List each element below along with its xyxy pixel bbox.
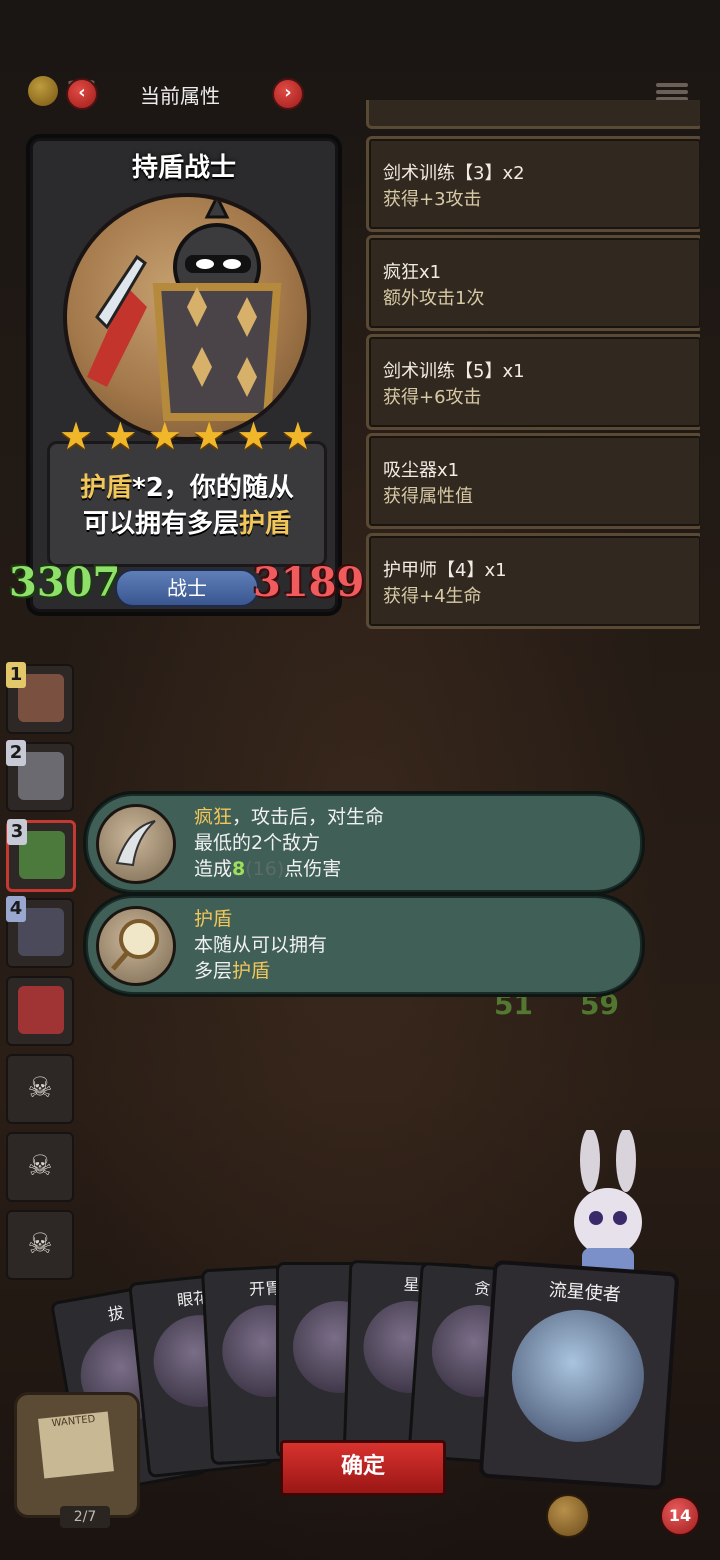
team-slot-empty[interactable]: ☠ — [6, 1054, 74, 1124]
lives-badge: 14 — [660, 1496, 700, 1536]
skill-frenzy-tooltip: 疯狂，攻击后，对生命 最低的2个敌方 造成8(16)点伤害 — [86, 794, 642, 892]
team-slot[interactable] — [6, 976, 74, 1046]
wanted-poster[interactable]: WANTED — [14, 1392, 140, 1518]
team-slot-selected[interactable]: 3 — [6, 819, 76, 892]
next-arrow-button[interactable]: › — [272, 78, 304, 110]
shield-bubble-icon — [96, 906, 176, 986]
team-slot-empty[interactable]: ☠ — [6, 1132, 74, 1202]
hero-name: 持盾战士 — [131, 153, 236, 183]
bonus-item: 吸尘器x1 获得属性值 — [366, 433, 700, 529]
claw-icon — [96, 804, 176, 884]
bonus-effect: 获得+3攻击 — [383, 189, 482, 210]
shop-card-featured[interactable]: 流星使者 — [478, 1259, 680, 1491]
bonus-item: 疯狂x1 额外攻击1次 — [366, 235, 700, 331]
slot-number: 4 — [6, 896, 26, 922]
star-rating: ★ ★ ★ ★ ★ ★ — [57, 417, 317, 457]
bonus-title: 护甲师【4】x1 — [383, 560, 507, 581]
bonus-item-partial — [366, 100, 700, 129]
bonus-title: 剑术训练【5】x1 — [383, 361, 525, 382]
bonus-title: 疯狂x1 — [383, 262, 442, 283]
bonus-effect: 获得+6攻击 — [383, 387, 482, 408]
star-icon: ★ — [58, 414, 94, 458]
hero-attack-value: 3307 — [9, 559, 121, 606]
confirm-button[interactable]: 确定 — [280, 1440, 446, 1496]
skull-icon: ☠ — [27, 1227, 53, 1260]
slot-number: 2 — [6, 740, 26, 766]
star-icon: ★ — [280, 414, 315, 458]
skill-shield-tooltip: 护盾 本随从可以拥有 多层护盾 — [86, 896, 642, 994]
page-counter: 2/7 — [60, 1506, 110, 1528]
skull-icon: ☠ — [27, 1149, 53, 1182]
bonus-item: 剑术训练【5】x1 获得+6攻击 — [366, 334, 700, 430]
coin-icon — [28, 76, 58, 106]
shield-knight-icon — [87, 197, 282, 421]
wanted-poster-label: WANTED — [38, 1411, 114, 1479]
star-icon: ★ — [147, 414, 182, 458]
hero-ability-text: 护盾*2，你的随从 可以拥有多层护盾 — [80, 473, 294, 539]
skill-frenzy-text: 疯狂，攻击后，对生命 最低的2个敌方 造成8(16)点伤害 — [194, 806, 385, 880]
bonus-effect: 获得+4生命 — [383, 586, 482, 607]
star-icon: ★ — [103, 414, 138, 458]
hero-portrait — [63, 193, 311, 441]
bonus-list[interactable]: 剑术训练【3】x2 获得+3攻击 疯狂x1 额外攻击1次 剑术训练【5】x1 获… — [366, 100, 700, 630]
shop-card-name: 流星使者 — [548, 1279, 622, 1306]
hero-ability-box: 护盾*2，你的随从 可以拥有多层护盾 — [47, 441, 327, 567]
prev-arrow-button[interactable]: ‹ — [66, 78, 98, 110]
hero-card: 持盾战士 护盾*2，你的随从 可以拥有多层护盾 ★ ★ ★ ★ ★ ★ 3307 — [9, 138, 364, 612]
bonus-title: 吸尘器x1 — [383, 460, 460, 481]
slot-number: 3 — [7, 819, 27, 845]
shop-card-art — [507, 1305, 649, 1447]
skull-icon: ☠ — [27, 1071, 53, 1104]
upgrade-icon[interactable] — [546, 1494, 590, 1538]
team-slot-empty[interactable]: ☠ — [6, 1210, 74, 1280]
rabbit-mascot — [560, 1128, 656, 1280]
bonus-item: 剑术训练【3】x2 获得+3攻击 — [366, 136, 700, 232]
hero-hp-value: 3189 — [253, 559, 365, 606]
bonus-item: 护甲师【4】x1 获得+4生命 — [366, 533, 700, 629]
bonus-title: 剑术训练【3】x2 — [383, 163, 525, 184]
team-slot[interactable]: 2 — [6, 740, 74, 812]
bonus-effect: 额外攻击1次 — [383, 288, 485, 309]
hero-class-badge: 战士 — [115, 569, 259, 607]
team-slot[interactable]: 4 — [6, 896, 74, 968]
bonus-effect: 获得属性值 — [383, 486, 473, 507]
skill-shield-text: 护盾 本随从可以拥有 多层护盾 — [194, 908, 328, 982]
slot-number: 1 — [6, 662, 26, 688]
minion-avatar — [18, 986, 64, 1034]
star-icon: ★ — [236, 414, 271, 458]
star-icon: ★ — [192, 414, 227, 458]
page-title: 当前属性 — [140, 84, 220, 108]
team-slot[interactable]: 1 — [6, 662, 74, 734]
